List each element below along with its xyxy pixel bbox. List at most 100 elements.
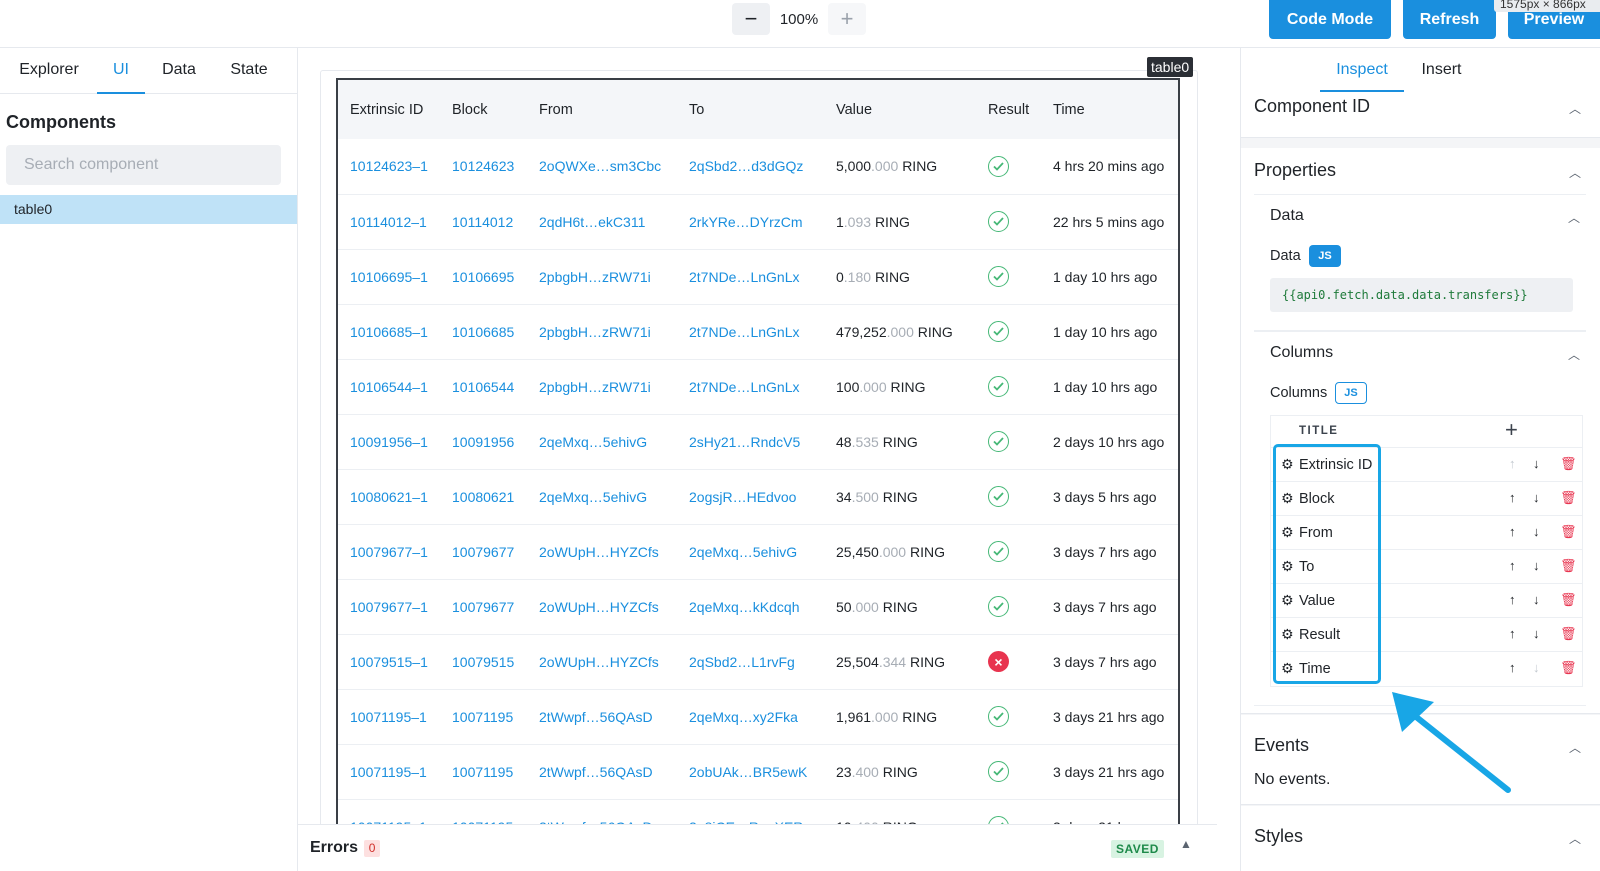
to-address-link[interactable]: 2rkYRe…DYrzCm xyxy=(677,194,824,250)
column-item[interactable]: ⚙ Time ↑ ↓ 🗑 xyxy=(1271,652,1582,686)
move-down-icon[interactable]: ↓ xyxy=(1533,456,1540,471)
gear-icon[interactable]: ⚙ xyxy=(1281,490,1294,507)
chevron-up-icon[interactable]: ︿ xyxy=(1569,739,1581,756)
extrinsic-id-link[interactable]: 10106544–1 xyxy=(338,359,440,415)
to-address-link[interactable]: 2qSbd2…d3dGQz xyxy=(677,139,824,195)
extrinsic-id-link[interactable]: 10106685–1 xyxy=(338,304,440,360)
errors-bar[interactable]: Errors 0 SAVED ▲ xyxy=(298,824,1217,871)
table-row[interactable]: 10106685–1 10106685 2pbgbH…zRW71i 2t7NDe…Ln… xyxy=(338,304,1178,360)
table-row[interactable]: 10079515–1 10079515 2oWUpH…HYZCfs 2qSbd2…L1… xyxy=(338,634,1178,690)
zoom-in-button[interactable]: + xyxy=(828,3,866,35)
to-address-link[interactable]: 2qeMxq…xy2Fka xyxy=(677,689,824,745)
block-link[interactable]: 10071195 xyxy=(440,689,527,745)
to-address-link[interactable]: 2qeMxq…5ehivG xyxy=(677,524,824,580)
gear-icon[interactable]: ⚙ xyxy=(1281,660,1294,677)
tab-explorer[interactable]: Explorer xyxy=(10,48,88,94)
move-up-icon[interactable]: ↑ xyxy=(1509,524,1516,539)
tab-state[interactable]: State xyxy=(222,48,276,94)
from-address-link[interactable]: 2pbgbH…zRW71i xyxy=(527,359,677,415)
gear-icon[interactable]: ⚙ xyxy=(1281,558,1294,575)
code-mode-button[interactable]: Code Mode xyxy=(1269,0,1391,39)
move-up-icon[interactable]: ↑ xyxy=(1509,592,1516,607)
table-row[interactable]: 10071195–1 10071195 2tWwpf…56QAsD 2obUAk…BR… xyxy=(338,744,1178,800)
to-address-link[interactable]: 2t7NDe…LnGnLx xyxy=(677,249,824,305)
column-header-result[interactable]: Result xyxy=(976,80,1041,139)
column-header-block[interactable]: Block xyxy=(440,80,527,139)
chevron-up-icon[interactable]: ▲ xyxy=(1180,837,1192,851)
trash-icon[interactable]: 🗑 xyxy=(1560,456,1577,472)
chevron-up-icon[interactable]: ︿ xyxy=(1569,164,1581,181)
column-item[interactable]: ⚙ Value ↑ ↓ 🗑 xyxy=(1271,584,1582,618)
from-address-link[interactable]: 2qeMxq…5ehivG xyxy=(527,414,677,470)
extrinsic-id-link[interactable]: 10079677–1 xyxy=(338,524,440,580)
move-up-icon[interactable]: ↑ xyxy=(1509,660,1516,675)
column-item[interactable]: ⚙ From ↑ ↓ 🗑 xyxy=(1271,516,1582,550)
search-component-input[interactable]: Search component xyxy=(6,145,281,185)
column-item[interactable]: ⚙ Result ↑ ↓ 🗑 xyxy=(1271,618,1582,652)
tab-inspect[interactable]: Inspect xyxy=(1320,48,1404,92)
refresh-button[interactable]: Refresh xyxy=(1403,0,1496,39)
to-address-link[interactable]: 2qeMxq…kKdcqh xyxy=(677,579,824,635)
block-link[interactable]: 10114012 xyxy=(440,194,527,250)
from-address-link[interactable]: 2pbgbH…zRW71i xyxy=(527,304,677,360)
from-address-link[interactable]: 2tWwpf…56QAsD xyxy=(527,744,677,800)
extrinsic-id-link[interactable]: 10079677–1 xyxy=(338,579,440,635)
extrinsic-id-link[interactable]: 10124623–1 xyxy=(338,139,440,195)
trash-icon[interactable]: 🗑 xyxy=(1560,660,1577,676)
table-row[interactable]: 10071195–1 10071195 2tWwpf…56QAsD 2qeMxq…xy… xyxy=(338,689,1178,745)
column-header-from[interactable]: From xyxy=(527,80,677,139)
from-address-link[interactable]: 2qeMxq…5ehivG xyxy=(527,469,677,525)
component-item-table0[interactable]: table0 xyxy=(0,195,297,224)
tab-ui[interactable]: UI xyxy=(97,48,145,94)
table-tag[interactable]: table0 xyxy=(1147,57,1194,77)
column-header-to[interactable]: To xyxy=(677,80,824,139)
styles-section[interactable]: Styles ︿ xyxy=(1241,806,1600,871)
extrinsic-id-link[interactable]: 10071195–1 xyxy=(338,689,440,745)
chevron-up-icon[interactable]: ︿ xyxy=(1568,346,1580,363)
table-row[interactable]: 10106544–1 10106544 2pbgbH…zRW71i 2t7NDe…Ln… xyxy=(338,359,1178,415)
tab-data[interactable]: Data xyxy=(155,48,203,94)
move-down-icon[interactable]: ↓ xyxy=(1533,524,1540,539)
column-item[interactable]: ⚙ Block ↑ ↓ 🗑 xyxy=(1271,482,1582,516)
table-row[interactable]: 10080621–1 10080621 2qeMxq…5ehivG 2ogsjR…HE… xyxy=(338,469,1178,525)
block-link[interactable]: 10079677 xyxy=(440,524,527,580)
extrinsic-id-link[interactable]: 10071195–1 xyxy=(338,744,440,800)
move-up-icon[interactable]: ↑ xyxy=(1509,456,1516,471)
move-down-icon[interactable]: ↓ xyxy=(1533,592,1540,607)
component-id-section[interactable]: Component ID ︿ xyxy=(1241,92,1600,138)
from-address-link[interactable]: 2oQWXe…sm3Cbc xyxy=(527,139,677,195)
from-address-link[interactable]: 2oWUpH…HYZCfs xyxy=(527,524,677,580)
column-item[interactable]: ⚙ To ↑ ↓ 🗑 xyxy=(1271,550,1582,584)
move-down-icon[interactable]: ↓ xyxy=(1533,660,1540,675)
js-toggle-button[interactable]: JS xyxy=(1309,245,1341,267)
chevron-up-icon[interactable]: ︿ xyxy=(1569,100,1581,117)
table-row[interactable]: 10114012–1 10114012 2qdH6t…ekC311 2rkYRe…DY… xyxy=(338,194,1178,250)
js-toggle-button[interactable]: JS xyxy=(1335,382,1367,404)
block-link[interactable]: 10079515 xyxy=(440,634,527,690)
gear-icon[interactable]: ⚙ xyxy=(1281,456,1294,473)
column-header-value[interactable]: Value xyxy=(824,80,976,139)
move-down-icon[interactable]: ↓ xyxy=(1533,490,1540,505)
column-item[interactable]: ⚙ Extrinsic ID ↑ ↓ 🗑 xyxy=(1271,448,1582,482)
column-header-extrinsic-id[interactable]: Extrinsic ID xyxy=(338,80,440,139)
table-row[interactable]: 10079677–1 10079677 2oWUpH…HYZCfs 2qeMxq…kK… xyxy=(338,579,1178,635)
move-up-icon[interactable]: ↑ xyxy=(1509,558,1516,573)
extrinsic-id-link[interactable]: 10106695–1 xyxy=(338,249,440,305)
move-down-icon[interactable]: ↓ xyxy=(1533,626,1540,641)
move-up-icon[interactable]: ↑ xyxy=(1509,490,1516,505)
to-address-link[interactable]: 2t7NDe…LnGnLx xyxy=(677,359,824,415)
block-link[interactable]: 10124623 xyxy=(440,139,527,195)
trash-icon[interactable]: 🗑 xyxy=(1560,558,1577,574)
extrinsic-id-link[interactable]: 10080621–1 xyxy=(338,469,440,525)
chevron-up-icon[interactable]: ︿ xyxy=(1568,209,1580,226)
data-expression-field[interactable]: {{api0.fetch.data.data.transfers}} xyxy=(1270,278,1573,312)
trash-icon[interactable]: 🗑 xyxy=(1560,490,1577,506)
block-link[interactable]: 10079677 xyxy=(440,579,527,635)
add-column-button[interactable]: + xyxy=(1505,417,1518,443)
block-link[interactable]: 10106695 xyxy=(440,249,527,305)
table-row[interactable]: 10091956–1 10091956 2qeMxq…5ehivG 2sHy21…Rn… xyxy=(338,414,1178,470)
block-link[interactable]: 10080621 xyxy=(440,469,527,525)
trash-icon[interactable]: 🗑 xyxy=(1560,592,1577,608)
zoom-out-button[interactable]: − xyxy=(732,3,770,35)
extrinsic-id-link[interactable]: 10079515–1 xyxy=(338,634,440,690)
